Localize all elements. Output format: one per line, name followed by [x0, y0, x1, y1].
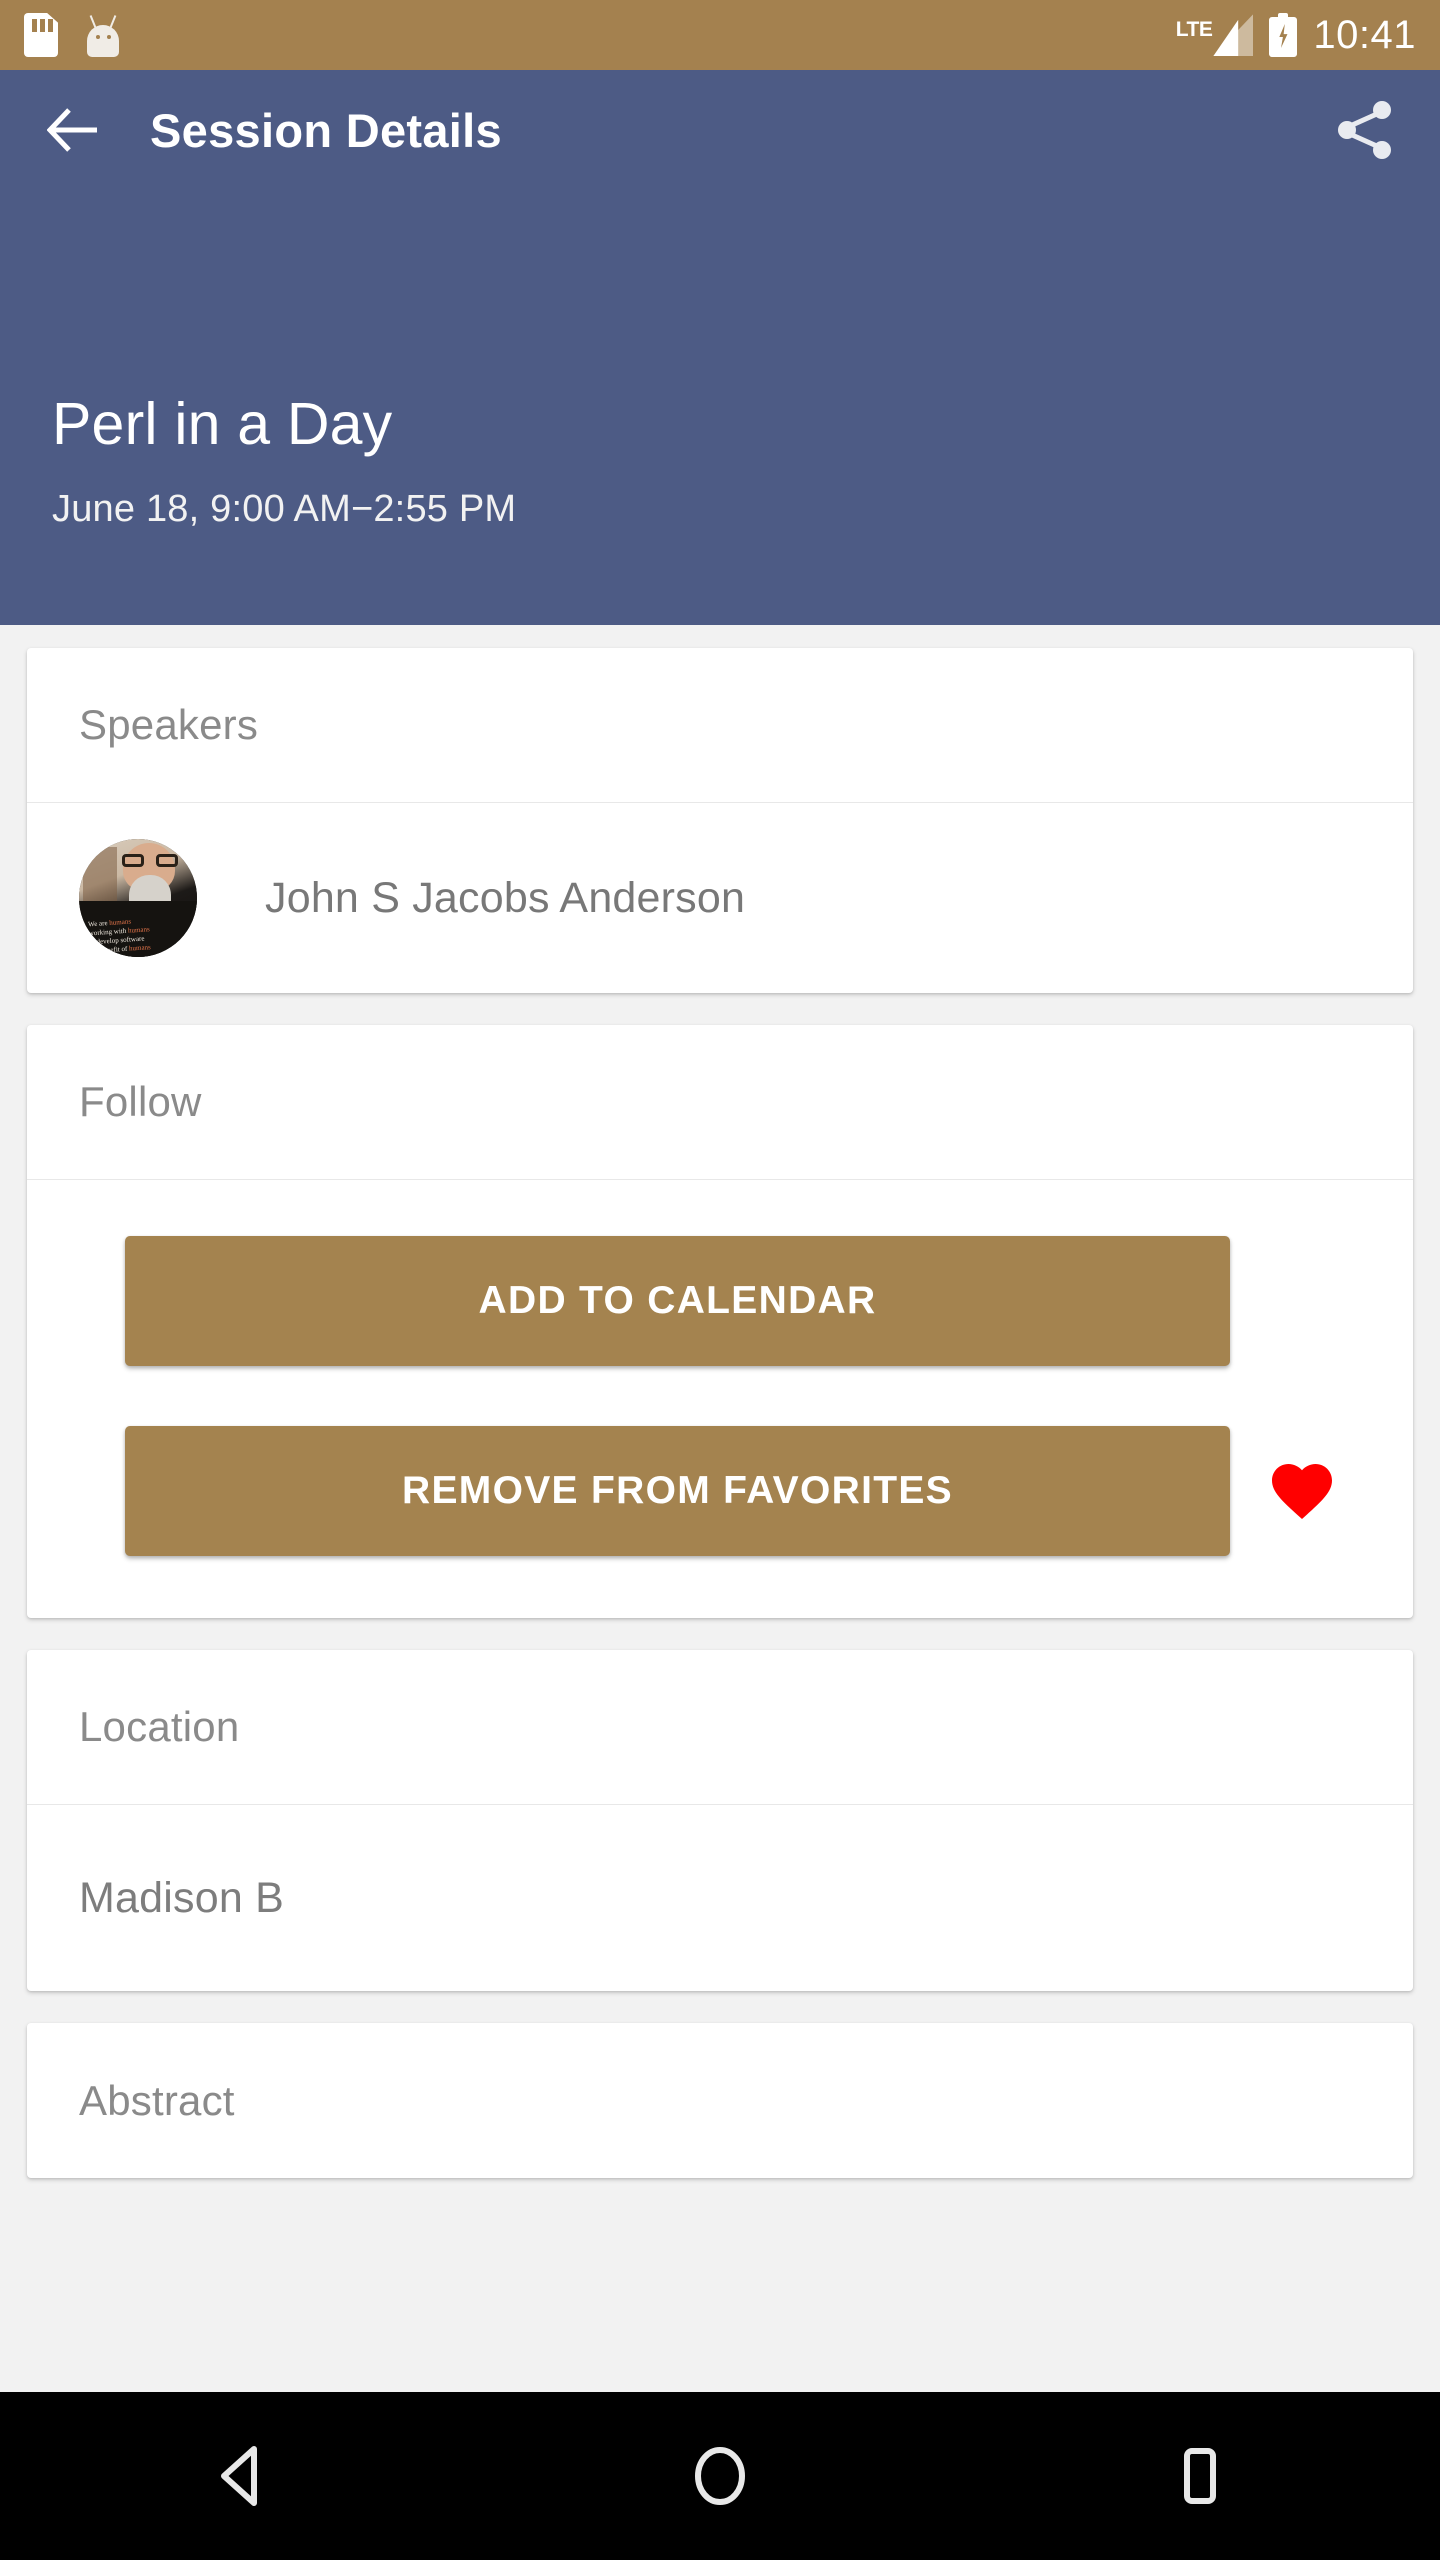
- android-navigation-bar: [0, 2392, 1440, 2560]
- share-icon[interactable]: [1332, 97, 1398, 163]
- favorite-heart-icon[interactable]: [1264, 1455, 1340, 1527]
- follow-header-label: Follow: [79, 1078, 202, 1125]
- follow-card-body: ADD TO CALENDAR REMOVE FROM FAVORITES: [27, 1180, 1413, 1618]
- lte-label: LTE: [1175, 18, 1213, 41]
- nav-recents-icon[interactable]: [1130, 2426, 1270, 2526]
- lte-signal-icon: LTE: [1176, 14, 1254, 56]
- session-title: Perl in a Day: [52, 391, 393, 457]
- abstract-card-header: Abstract: [27, 2023, 1413, 2178]
- sd-card-icon: [24, 13, 58, 57]
- session-time-range: June 18, 9:00 AM−2:55 PM: [52, 488, 517, 530]
- speakers-card: Speakers We are humans working with huma…: [27, 648, 1413, 993]
- battery-charging-icon: [1269, 13, 1298, 57]
- remove-from-favorites-row: REMOVE FROM FAVORITES: [27, 1426, 1413, 1556]
- follow-card: Follow ADD TO CALENDAR REMOVE FROM FAVOR…: [27, 1025, 1413, 1618]
- location-card-header: Location: [27, 1650, 1413, 1805]
- status-bar-clock: 10:41: [1313, 13, 1416, 57]
- speakers-header-label: Speakers: [79, 701, 259, 748]
- speakers-card-header: Speakers: [27, 648, 1413, 803]
- speaker-name: John S Jacobs Anderson: [265, 873, 746, 922]
- button-spacer: [27, 1366, 1413, 1426]
- avatar-shirt-text: We are humans working with humans to dev…: [87, 917, 152, 956]
- content-scroll-area[interactable]: Speakers We are humans working with huma…: [0, 625, 1440, 2392]
- abstract-card: Abstract: [27, 2023, 1413, 2178]
- location-value: Madison B: [79, 1873, 284, 1922]
- add-to-calendar-row: ADD TO CALENDAR: [27, 1236, 1413, 1366]
- abstract-header-label: Abstract: [79, 2076, 235, 2124]
- back-arrow-icon[interactable]: [42, 99, 104, 161]
- nav-home-icon[interactable]: [650, 2426, 790, 2526]
- location-card: Location Madison B: [27, 1650, 1413, 1991]
- location-header-label: Location: [79, 1703, 240, 1750]
- location-card-body: Madison B: [27, 1805, 1413, 1991]
- status-bar-left-icons: [24, 13, 122, 57]
- app-bar: Session Details: [0, 70, 1440, 190]
- add-to-calendar-button[interactable]: ADD TO CALENDAR: [125, 1236, 1230, 1366]
- signal-bars-icon: [1213, 14, 1254, 56]
- remove-from-favorites-button[interactable]: REMOVE FROM FAVORITES: [125, 1426, 1230, 1556]
- page-title: Session Details: [150, 103, 502, 157]
- avatar: We are humans working with humans to dev…: [79, 839, 197, 957]
- status-bar: LTE 10:41: [0, 0, 1440, 70]
- nav-back-icon[interactable]: [170, 2426, 310, 2526]
- follow-card-header: Follow: [27, 1025, 1413, 1180]
- status-bar-right-icons: LTE 10:41: [1176, 13, 1416, 57]
- android-droid-icon: [84, 13, 122, 57]
- list-item[interactable]: We are humans working with humans to dev…: [79, 803, 1361, 993]
- app-header: Session Details Perl in a Day June 18, 9…: [0, 70, 1440, 625]
- speakers-card-body: We are humans working with humans to dev…: [27, 803, 1413, 993]
